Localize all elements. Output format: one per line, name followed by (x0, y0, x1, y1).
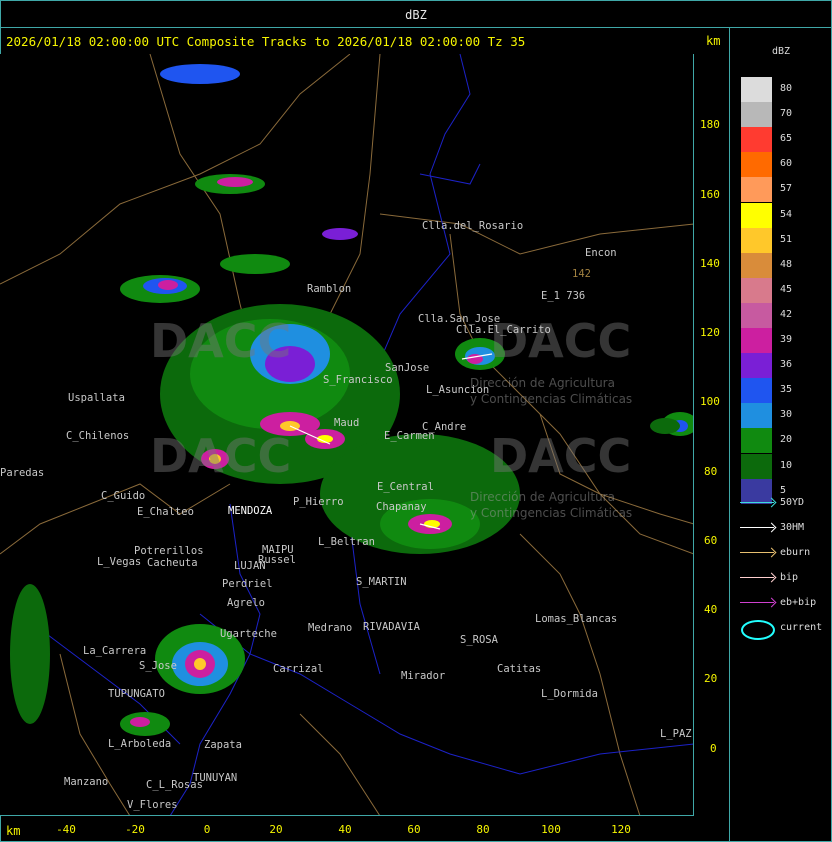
track-label: bip (780, 572, 799, 583)
x-tick-label: 60 (407, 823, 421, 836)
track-arrow-icon (740, 576, 774, 578)
y-tick-label: 140 (700, 257, 720, 270)
dbz-level-label: 42 (780, 308, 793, 320)
dbz-level-label: 10 (780, 459, 793, 471)
dbz-level-label: 70 (780, 108, 793, 120)
dbz-level-label: 36 (780, 359, 793, 371)
x-tick-label: 0 (203, 823, 211, 836)
y-tick-label: 120 (700, 326, 720, 339)
dbz-level-label: 48 (780, 258, 793, 270)
y-tick-label: 80 (704, 465, 718, 478)
track-legend-row: bip (740, 572, 798, 583)
dbz-level-label: 60 (780, 158, 793, 170)
x-tick-label: 80 (476, 823, 490, 836)
dbz-level-label: 54 (780, 208, 793, 220)
legend-divider (729, 27, 730, 842)
x-tick-label: -40 (56, 823, 76, 836)
dbz-swatch (741, 227, 772, 253)
y-tick-label: 100 (700, 395, 720, 408)
x-tick-label: 100 (541, 823, 561, 836)
dbz-level-label: 45 (780, 283, 793, 295)
y-tick-label: 160 (700, 188, 720, 201)
y-tick-label: 40 (704, 603, 718, 616)
x-tick-label: 40 (338, 823, 352, 836)
y-tick-label: 0 (710, 742, 717, 755)
dbz-swatch (741, 277, 772, 303)
dbz-swatch (741, 428, 772, 454)
track-arrow-icon (740, 526, 774, 528)
dbz-level-label: 51 (780, 233, 793, 245)
dbz-swatch (741, 252, 772, 278)
dbz-level-label: 65 (780, 133, 793, 145)
dbz-swatch (741, 202, 772, 228)
y-axis-unit: km (706, 34, 721, 48)
dbz-level-label: 5 (780, 484, 787, 496)
track-legend-row: eb+bip (740, 597, 816, 608)
dbz-swatch (741, 328, 772, 353)
y-tick-label: 20 (704, 672, 718, 685)
track-legend-row: 50YD (740, 497, 804, 508)
track-legend-row: 30HM (740, 522, 804, 533)
dbz-swatch (741, 403, 772, 429)
x-axis-unit: km (6, 824, 21, 838)
track-label: 50YD (780, 497, 805, 508)
dbz-level-label: 80 (780, 83, 793, 94)
y-tick-label: 60 (704, 534, 718, 547)
dbz-level-label: 30 (780, 409, 793, 421)
x-tick-label: -20 (125, 823, 145, 836)
legend-title: dBZ (772, 46, 791, 57)
dbz-level-label: 35 (780, 384, 793, 396)
track-legend-row: eburn (740, 547, 810, 558)
dbz-swatch (741, 453, 772, 479)
dbz-swatch (741, 378, 772, 404)
current-label: current (780, 622, 823, 633)
title-divider (0, 27, 832, 28)
track-label: 30HM (780, 522, 805, 533)
dbz-swatch (741, 127, 772, 153)
track-label: eb+bip (780, 597, 817, 608)
track-arrow-icon (740, 501, 774, 503)
dbz-swatch (741, 353, 772, 379)
dbz-swatch (741, 152, 772, 178)
composite-header: 2026/01/18 02:00:00 UTC Composite Tracks… (6, 34, 526, 49)
x-tick-label: 20 (269, 823, 283, 836)
dbz-level-label: 57 (780, 183, 793, 195)
dbz-level-label: 20 (780, 434, 793, 446)
track-arrow-icon (740, 551, 774, 553)
dbz-swatch (741, 177, 772, 203)
track-label: eburn (780, 547, 811, 558)
window-title: dBZ (405, 8, 427, 22)
current-cell-marker-icon (741, 620, 775, 640)
dbz-level-label: 39 (780, 334, 793, 345)
dbz-swatch (741, 77, 772, 102)
track-arrow-icon (740, 601, 774, 603)
dbz-swatch (741, 302, 772, 328)
x-tick-label: 120 (611, 823, 631, 836)
map-border (0, 54, 694, 816)
y-tick-label: 180 (700, 118, 720, 131)
dbz-swatch (741, 102, 772, 128)
